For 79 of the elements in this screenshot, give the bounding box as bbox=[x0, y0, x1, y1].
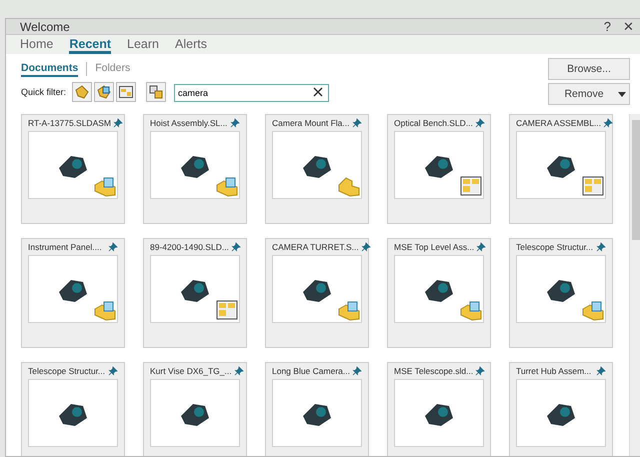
file-type-icon bbox=[148, 84, 164, 100]
document-name: Instrument Panel.... bbox=[28, 242, 102, 252]
document-card[interactable]: Hoist Assembly.SL... bbox=[143, 114, 247, 224]
document-name: MSE Top Level Ass... bbox=[394, 242, 474, 252]
drawing-icon bbox=[460, 175, 482, 197]
document-card[interactable]: Telescope Structur... bbox=[509, 238, 613, 348]
document-card[interactable]: Long Blue Camera... bbox=[265, 362, 369, 456]
document-name: Camera Mount Fla... bbox=[272, 118, 350, 128]
document-card[interactable]: Camera Mount Fla... bbox=[265, 114, 369, 224]
view-tab[interactable]: Folders bbox=[95, 62, 130, 76]
document-card[interactable]: Turret Hub Assem... bbox=[509, 362, 613, 456]
assembly-icon bbox=[582, 299, 604, 321]
document-card[interactable]: CAMERA ASSEMBL... bbox=[509, 114, 613, 224]
pin-icon[interactable] bbox=[360, 242, 371, 252]
assembly-icon bbox=[94, 175, 116, 197]
pin-icon[interactable] bbox=[603, 118, 614, 128]
document-name: Turret Hub Assem... bbox=[516, 366, 592, 376]
pin-icon[interactable] bbox=[230, 242, 241, 252]
filter-other-button[interactable] bbox=[146, 82, 166, 102]
document-name: Long Blue Camera... bbox=[272, 366, 350, 376]
pin-icon[interactable] bbox=[234, 366, 244, 376]
document-card[interactable]: MSE Top Level Ass... bbox=[387, 238, 491, 348]
document-name: Hoist Assembly.SL... bbox=[150, 118, 228, 128]
drawing-icon bbox=[118, 84, 134, 100]
remove-button[interactable]: Remove bbox=[548, 83, 630, 105]
document-name: CAMERA ASSEMBL... bbox=[516, 118, 602, 128]
drawing-icon bbox=[216, 299, 238, 321]
close-button[interactable]: ✕ bbox=[623, 19, 634, 34]
document-name: Telescope Structur... bbox=[516, 242, 594, 252]
assembly-icon bbox=[216, 175, 238, 197]
drawing-icon bbox=[582, 175, 604, 197]
filter-part-button[interactable] bbox=[72, 82, 92, 102]
pin-icon[interactable] bbox=[352, 366, 362, 376]
view-tab[interactable]: Documents bbox=[21, 62, 78, 76]
pin-icon[interactable] bbox=[596, 242, 606, 252]
clear-icon[interactable] bbox=[313, 87, 324, 97]
filter-assembly-button[interactable] bbox=[94, 82, 114, 102]
pin-icon[interactable] bbox=[476, 242, 486, 252]
document-name: Kurt Vise DX6_TG_... bbox=[150, 366, 232, 376]
pin-icon[interactable] bbox=[108, 242, 118, 252]
part-icon bbox=[338, 175, 360, 197]
quick-filter-label: Quick filter: bbox=[21, 87, 66, 97]
caret-icon bbox=[618, 92, 626, 96]
document-card[interactable]: Optical Bench.SLD... bbox=[387, 114, 491, 224]
document-name: Telescope Structur... bbox=[28, 366, 106, 376]
pin-icon[interactable] bbox=[474, 118, 485, 128]
assembly-icon bbox=[94, 299, 116, 321]
pin-icon[interactable] bbox=[230, 118, 240, 128]
tab[interactable]: Home bbox=[20, 35, 54, 54]
document-card[interactable]: RT-A-13775.SLDASM bbox=[21, 114, 125, 224]
tab[interactable]: Alerts bbox=[175, 35, 207, 54]
pin-icon[interactable] bbox=[108, 366, 118, 376]
search-field[interactable]: camera bbox=[174, 84, 330, 102]
document-name: MSE Telescope.sld... bbox=[394, 366, 474, 376]
browse-button[interactable]: Browse... bbox=[548, 58, 630, 80]
document-name: RT-A-13775.SLDASM bbox=[28, 118, 111, 128]
pin-icon[interactable] bbox=[113, 118, 123, 128]
document-name: 89-4200-1490.SLD... bbox=[150, 242, 229, 252]
document-card[interactable]: MSE Telescope.sld... bbox=[387, 362, 491, 456]
document-card[interactable]: Telescope Structur... bbox=[21, 362, 125, 456]
tab[interactable]: Recent bbox=[69, 35, 112, 54]
part-icon bbox=[74, 84, 90, 100]
window-title: Welcome bbox=[20, 20, 70, 34]
scrollbar[interactable] bbox=[629, 114, 640, 456]
help-button[interactable]: ? bbox=[604, 19, 611, 34]
pin-icon[interactable] bbox=[352, 118, 362, 128]
filter-drawing-button[interactable] bbox=[116, 82, 136, 102]
assembly-icon bbox=[460, 299, 482, 321]
document-card[interactable]: Instrument Panel.... bbox=[21, 238, 125, 348]
assembly-icon bbox=[96, 84, 112, 100]
document-card[interactable]: Kurt Vise DX6_TG_... bbox=[143, 362, 247, 456]
document-name: CAMERA TURRET.S... bbox=[272, 242, 359, 252]
pin-icon[interactable] bbox=[475, 366, 486, 376]
document-card[interactable]: 89-4200-1490.SLD... bbox=[143, 238, 247, 348]
document-name: Optical Bench.SLD... bbox=[394, 118, 473, 128]
assembly-icon bbox=[338, 299, 360, 321]
pin-icon[interactable] bbox=[596, 366, 606, 376]
tab[interactable]: Learn bbox=[127, 35, 160, 54]
document-card[interactable]: CAMERA TURRET.S... bbox=[265, 238, 369, 348]
